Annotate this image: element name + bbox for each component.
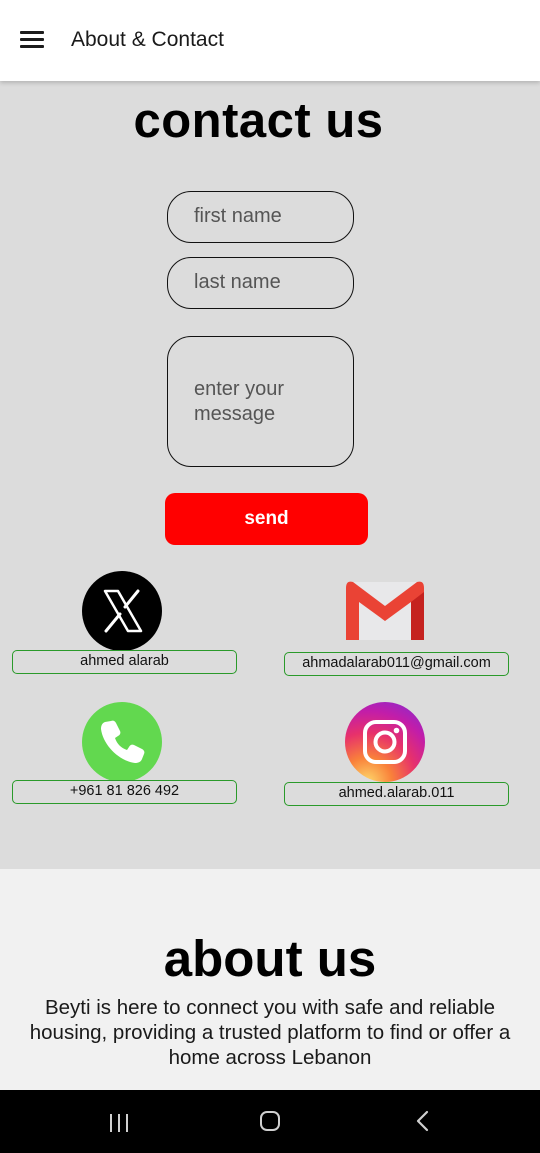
system-navigation-bar <box>0 1090 540 1153</box>
about-section: about us Beyti is here to connect you wi… <box>0 869 540 1090</box>
gmail-icon[interactable] <box>344 576 426 646</box>
phone-number-label: +961 81 826 492 <box>12 780 237 804</box>
back-icon[interactable] <box>402 1104 442 1140</box>
page-title: About & Contact <box>71 28 224 51</box>
about-description: Beyti is here to connect you with safe a… <box>29 996 511 1069</box>
last-name-input[interactable]: last name <box>167 257 354 309</box>
x-twitter-icon[interactable] <box>82 571 162 651</box>
instagram-icon[interactable] <box>345 702 425 782</box>
instagram-handle-label: ahmed.alarab.011 <box>284 782 509 806</box>
hamburger-menu-icon[interactable] <box>20 28 46 50</box>
send-button[interactable]: send <box>165 493 368 545</box>
app-bar: About & Contact <box>0 0 540 81</box>
contact-section: contact us first name last name enter yo… <box>0 81 540 869</box>
about-title: about us <box>163 930 377 987</box>
first-name-input[interactable]: first name <box>167 191 354 243</box>
contact-title: contact us <box>133 94 384 148</box>
message-input[interactable]: enter your message <box>167 336 354 467</box>
home-icon[interactable] <box>250 1104 290 1140</box>
x-handle-label: ahmed alarab <box>12 650 237 674</box>
phone-icon[interactable] <box>82 702 162 782</box>
gmail-address-label: ahmadalarab011@gmail.com <box>284 652 509 676</box>
recents-icon[interactable] <box>100 1104 140 1140</box>
